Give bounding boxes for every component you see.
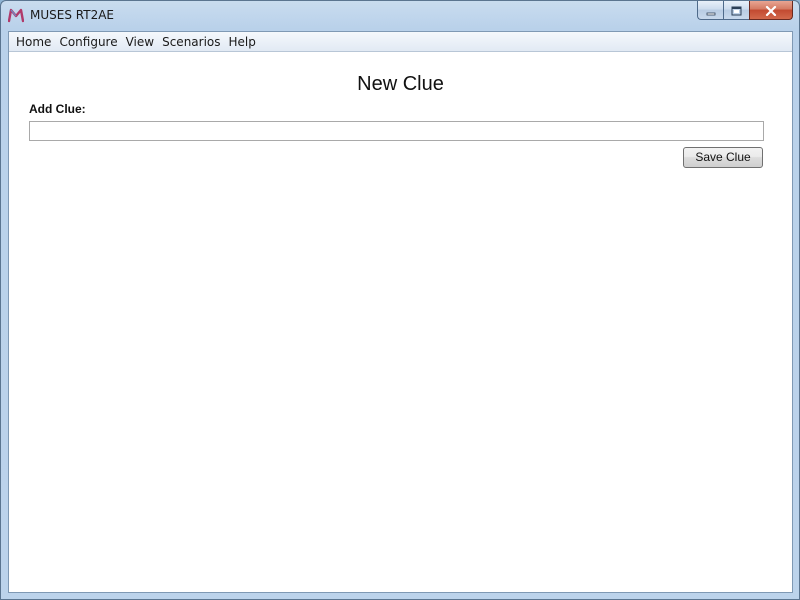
close-icon [765, 1, 777, 20]
add-clue-label: Add Clue: [29, 102, 86, 116]
title-bar[interactable]: MUSES RT2AE [1, 1, 799, 30]
menu-view[interactable]: View [122, 33, 158, 51]
menu-home[interactable]: Home [12, 33, 55, 51]
caption-buttons [697, 1, 793, 21]
save-clue-button[interactable]: Save Clue [683, 147, 763, 168]
restore-icon [731, 1, 742, 20]
menu-help[interactable]: Help [225, 33, 260, 51]
menu-configure[interactable]: Configure [55, 33, 121, 51]
window-title: MUSES RT2AE [30, 8, 114, 22]
muses-m-logo-icon [7, 7, 25, 23]
close-button[interactable] [749, 1, 793, 20]
app-window: MUSES RT2AE Home Configure View Scenario… [0, 0, 800, 600]
menu-bar: Home Configure View Scenarios Help [9, 32, 792, 52]
maximize-button[interactable] [723, 1, 749, 20]
minimize-icon [706, 1, 716, 20]
menu-scenarios[interactable]: Scenarios [158, 33, 224, 51]
minimize-button[interactable] [697, 1, 723, 20]
page-title: New Clue [357, 73, 444, 95]
add-clue-input[interactable] [29, 121, 764, 141]
client-area: Home Configure View Scenarios Help New C… [8, 31, 793, 593]
